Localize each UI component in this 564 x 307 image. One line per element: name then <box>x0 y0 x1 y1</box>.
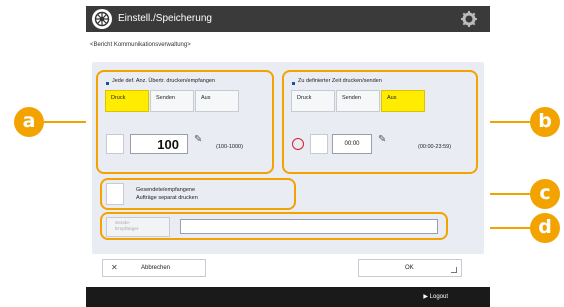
group-separate-print: Gesendete/empfangene Aufträge separat dr… <box>100 178 296 210</box>
option-senden[interactable]: Senden <box>336 90 380 112</box>
count-range: (100-1000) <box>216 144 243 150</box>
time-range: (00:00-23:59) <box>418 144 452 150</box>
corner-mark-icon <box>451 267 457 273</box>
option-druck[interactable]: Druck <box>291 90 335 112</box>
option-aus[interactable]: Aus <box>381 90 425 112</box>
option-aus[interactable]: Aus <box>195 90 239 112</box>
logout-button[interactable]: ▶ Logout <box>423 293 448 300</box>
cancel-button[interactable]: ✕ Abbrechen <box>102 259 206 277</box>
edit-pencil-icon[interactable]: ✎ <box>378 134 390 146</box>
option-senden[interactable]: Senden <box>150 90 194 112</box>
recipient-input[interactable] <box>180 219 438 234</box>
separate-print-label-1: Gesendete/empfangene <box>136 187 196 193</box>
ok-label: OK <box>405 265 414 271</box>
group-recipient: Sende- Empfänger <box>100 212 448 240</box>
recipient-button-label-2: Empfänger <box>115 227 139 232</box>
breadcrumb: <Bericht Kommunikationsverwaltung> <box>90 42 191 48</box>
group-b-title: Zu definierter Zeit drucken/senden <box>298 78 382 84</box>
edit-pencil-icon[interactable]: ✎ <box>194 134 206 146</box>
recipient-button[interactable]: Sende- Empfänger <box>106 217 170 237</box>
callout-c: c <box>530 179 560 209</box>
clock-icon <box>292 138 304 150</box>
title-bar: Einstell./Speicherung <box>86 6 490 32</box>
separate-print-checkbox[interactable] <box>106 183 124 205</box>
checkbox-checked-icon <box>106 82 109 85</box>
status-bar: ▶ Logout <box>86 287 490 307</box>
group-print-count: Jede def. Anz. Übertr. drucken/empfangen… <box>96 70 274 174</box>
count-input[interactable]: 100 <box>130 134 188 154</box>
logout-label: Logout <box>429 294 448 300</box>
time-input[interactable]: 00:00 <box>332 134 372 154</box>
callout-b: b <box>530 107 560 137</box>
option-druck[interactable]: Druck <box>105 90 149 112</box>
ok-button[interactable]: OK <box>358 259 462 277</box>
callout-a: a <box>14 107 44 137</box>
time-keypad-button[interactable] <box>310 134 328 154</box>
close-icon: ✕ <box>111 263 118 272</box>
settings-register-icon <box>92 9 112 29</box>
gear-icon[interactable] <box>460 10 478 28</box>
group-a-title: Jede def. Anz. Übertr. drucken/empfangen <box>112 78 216 84</box>
group-print-time: Zu definierter Zeit drucken/senden Druck… <box>282 70 478 174</box>
window-title: Einstell./Speicherung <box>118 13 212 24</box>
checkbox-checked-icon <box>292 82 295 85</box>
cancel-label: Abbrechen <box>141 265 171 271</box>
separate-print-label-2: Aufträge separat drucken <box>136 195 198 201</box>
settings-panel: Einstell./Speicherung <Bericht Kommunika… <box>86 0 490 307</box>
numeric-keypad-button[interactable] <box>106 134 124 154</box>
callout-d: d <box>530 213 560 243</box>
